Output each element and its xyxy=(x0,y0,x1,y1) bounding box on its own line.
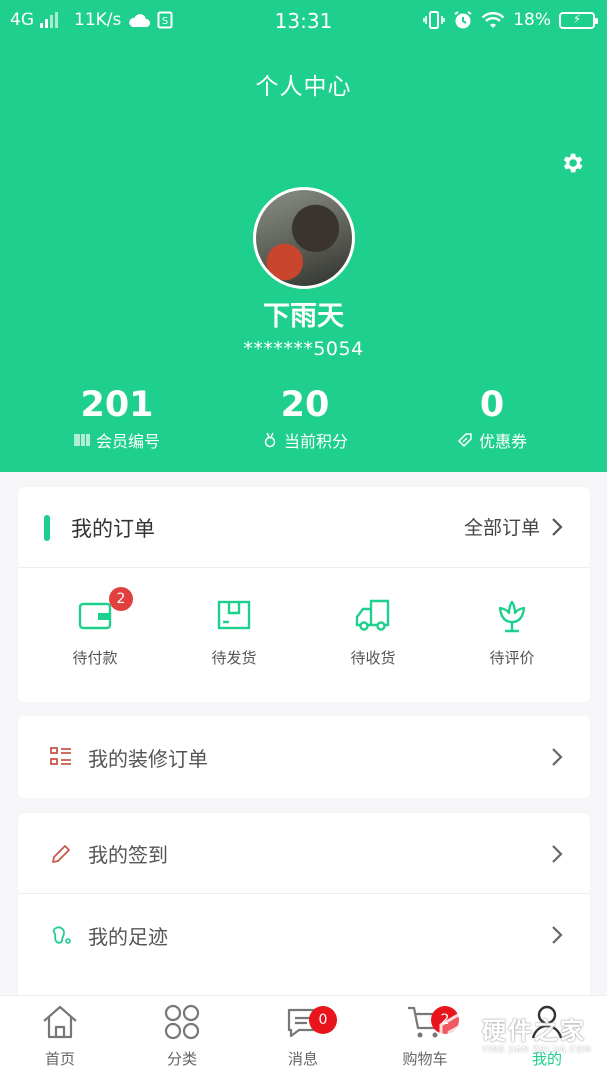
tab-label: 消息 xyxy=(287,1050,318,1068)
watermark-logo: 硬件之家 YING JIAN ZHI JIA.COM xyxy=(438,1007,603,1067)
accent-bar xyxy=(44,515,50,541)
battery-icon: ⚡ xyxy=(559,11,598,29)
stat-value: 0 xyxy=(479,385,505,425)
category-icon xyxy=(164,1004,200,1040)
chevron-right-icon xyxy=(552,517,563,536)
message-badge: 0 xyxy=(309,1006,337,1034)
tab-label: 首页 xyxy=(44,1050,75,1068)
order-pending-payment[interactable]: 待付款 2 xyxy=(30,583,160,668)
alarm-icon xyxy=(454,11,472,29)
truck-icon xyxy=(355,599,390,631)
chevron-right-icon xyxy=(552,748,563,766)
stat-label: 会员编号 xyxy=(95,432,160,451)
barcode-icon xyxy=(74,434,90,446)
username: 下雨天 xyxy=(263,301,344,332)
order-item-label: 待发货 xyxy=(211,649,257,667)
menu-label: 我的装修订单 xyxy=(88,746,208,771)
profile-header: 4G 11K/s S 13:31 18% ⚡ 个人中心 下雨天 *******5… xyxy=(0,0,607,472)
pencil-icon xyxy=(52,844,70,863)
flower-icon xyxy=(498,600,526,633)
order-badge: 2 xyxy=(109,587,133,611)
order-status-row: 待付款 2 待发货 待收货 待评价 xyxy=(18,583,590,683)
phone-number: *******5054 xyxy=(243,338,364,360)
menu-renovation-orders[interactable]: 我的装修订单 xyxy=(18,717,590,797)
order-item-label: 待收货 xyxy=(350,649,396,667)
menu-footprints[interactable]: 我的足迹 xyxy=(18,895,590,975)
orders-header: 我的订单 全部订单 xyxy=(18,487,590,568)
order-pending-shipment[interactable]: 待发货 xyxy=(169,583,299,668)
watermark-text: 硬件之家 xyxy=(482,1017,586,1045)
package-icon xyxy=(217,600,251,630)
orders-card: 我的订单 全部订单 待付款 2 待发货 待收货 待评价 xyxy=(18,487,590,702)
tab-home[interactable]: 首页 xyxy=(10,1002,110,1069)
battery-percent: 18% xyxy=(513,10,551,30)
stat-label: 优惠券 xyxy=(478,432,527,451)
stat-member-id[interactable]: 201 会员编号 xyxy=(17,384,217,452)
footprint-icon xyxy=(52,926,71,944)
wifi-icon xyxy=(481,12,505,28)
stat-value: 201 xyxy=(80,385,154,425)
chevron-right-icon xyxy=(552,926,563,944)
orders-title: 我的订单 xyxy=(71,517,155,541)
order-pending-review[interactable]: 待评价 xyxy=(447,583,577,668)
medal-icon xyxy=(264,432,276,448)
tab-label: 分类 xyxy=(166,1050,197,1068)
ticket-icon xyxy=(457,433,472,448)
all-orders-label: 全部订单 xyxy=(463,517,540,539)
settings-gear-icon[interactable] xyxy=(559,150,585,176)
chevron-right-icon xyxy=(552,844,563,863)
home-icon xyxy=(43,1005,77,1039)
menu-card-renovation: 我的装修订单 xyxy=(18,716,590,798)
tab-messages[interactable]: 消息 0 xyxy=(253,1002,353,1069)
page-title: 个人中心 xyxy=(255,74,352,100)
order-item-label: 待付款 xyxy=(72,649,118,667)
all-orders-link[interactable]: 全部订单 xyxy=(464,513,564,540)
menu-check-in[interactable]: 我的签到 xyxy=(18,814,590,894)
stat-points[interactable]: 20 当前积分 xyxy=(205,384,405,452)
status-bar: 4G 11K/s S 13:31 18% ⚡ xyxy=(0,0,607,42)
order-item-label: 待评价 xyxy=(489,649,535,667)
stat-value: 20 xyxy=(280,385,330,425)
menu-label: 我的签到 xyxy=(88,843,168,867)
order-pending-receipt[interactable]: 待收货 xyxy=(308,583,438,668)
menu-card-activity: 我的签到 我的足迹 xyxy=(18,813,590,998)
list-icon xyxy=(50,747,71,765)
vibrate-icon xyxy=(423,11,446,29)
hexagon-logo-icon xyxy=(439,1013,477,1059)
menu-label: 我的足迹 xyxy=(88,924,168,949)
stat-coupons[interactable]: 0 优惠券 xyxy=(392,384,592,452)
tab-category[interactable]: 分类 xyxy=(132,1002,232,1069)
watermark-subtext: YING JIAN ZHI JIA.COM xyxy=(482,1045,592,1054)
stat-label: 当前积分 xyxy=(283,432,348,451)
avatar[interactable] xyxy=(253,187,355,289)
